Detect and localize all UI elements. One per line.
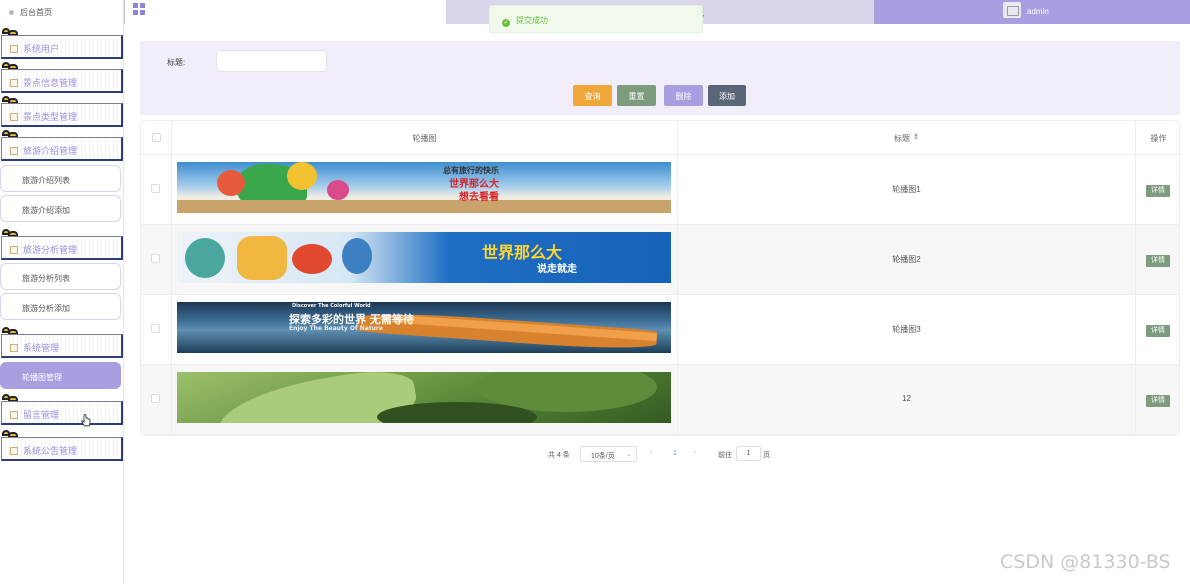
- row-title: 轮播图1: [678, 155, 1136, 225]
- select-all-cell: [141, 121, 172, 155]
- carousel-table: 轮播图 标题▲▼ 操作 总有旅行的快乐 世界那么大 想去看看 轮播图1 详情: [140, 120, 1180, 436]
- page-number[interactable]: 1: [673, 450, 677, 457]
- watermark: CSDN @81330-BS: [1000, 551, 1171, 573]
- page-size-value: 10条/页: [591, 453, 615, 460]
- hand-cursor-icon: [81, 414, 91, 427]
- detail-button[interactable]: 详情: [1146, 325, 1170, 337]
- banner-text: 想去看看: [459, 192, 499, 203]
- row-checkbox[interactable]: [151, 254, 160, 263]
- table-row: 世界那么大 说走就走 轮播图2 详情: [141, 225, 1179, 295]
- detail-button[interactable]: 详情: [1146, 395, 1170, 407]
- add-button[interactable]: 添加: [708, 85, 746, 106]
- detail-button[interactable]: 详情: [1146, 185, 1170, 197]
- user-icon: [10, 45, 18, 53]
- toast-message: 提交成功: [516, 16, 548, 25]
- home-icon: [9, 10, 14, 15]
- carousel-image: [177, 372, 671, 423]
- pagination-total: 共 4 条: [548, 452, 570, 459]
- sidebar-item-label: 景点信息管理: [23, 78, 78, 88]
- page-size-select[interactable]: 10条/页 ⌄: [580, 446, 637, 462]
- table-header: 轮播图 标题 ▲ ▼ 操作: [141, 121, 1179, 155]
- menu-icon: [10, 79, 18, 87]
- sidebar-item-travel-intro-add[interactable]: 旅游介绍添加: [0, 195, 121, 222]
- carousel-image: Discover The Colorful World 探索多彩的世界 无需等待…: [177, 302, 671, 353]
- select-all-checkbox[interactable]: [151, 133, 161, 142]
- title-label: 标题:: [167, 58, 186, 67]
- check-circle-icon: ✓: [502, 19, 510, 27]
- menu-icon: [10, 246, 18, 254]
- row-checkbox[interactable]: [151, 324, 160, 333]
- row-checkbox[interactable]: [151, 184, 160, 193]
- menu-toggle[interactable]: [124, 0, 446, 24]
- menu-icon: [10, 147, 18, 155]
- success-toast: ✓ 提交成功: [489, 5, 703, 33]
- sidebar-item-label: 旅游分析管理: [23, 245, 78, 255]
- sidebar-item-label: 系统公告管理: [23, 446, 78, 456]
- sidebar-item-label: 系统管理: [23, 343, 60, 353]
- header-title-label: 标题: [894, 134, 911, 143]
- sidebar-item-label: 景点类型管理: [23, 112, 78, 122]
- reset-button[interactable]: 重置: [617, 85, 656, 106]
- table-row: 12 详情: [141, 365, 1179, 435]
- header-action: 操作: [1150, 134, 1167, 143]
- menu-icon: [10, 411, 18, 419]
- banner-text: Enjoy The Beauty Of Nature: [289, 325, 383, 332]
- sidebar-item-travel-analysis-add[interactable]: 旅游分析添加: [0, 293, 121, 320]
- sort-icon[interactable]: ▲ ▼: [913, 132, 919, 142]
- delete-button[interactable]: 删除: [664, 85, 703, 106]
- table-row: Discover The Colorful World 探索多彩的世界 无需等待…: [141, 295, 1179, 365]
- home-tab[interactable]: 后台首页: [0, 0, 124, 24]
- username: admin: [1027, 7, 1049, 16]
- sidebar-item-travel-analysis-list[interactable]: 旅游分析列表: [0, 263, 121, 290]
- table-row: 总有旅行的快乐 世界那么大 想去看看 轮播图1 详情: [141, 155, 1179, 225]
- sidebar-item-travel-intro-list[interactable]: 旅游介绍列表: [0, 165, 121, 192]
- menu-icon: [10, 113, 18, 121]
- carousel-image: 世界那么大 说走就走: [177, 232, 671, 283]
- menu-icon: [10, 447, 18, 455]
- goto-page-input[interactable]: 1: [736, 446, 761, 461]
- search-panel: 标题: 查询 重置 删除 添加: [140, 41, 1180, 115]
- goto-label: 前往: [718, 452, 732, 459]
- row-checkbox[interactable]: [151, 394, 160, 403]
- row-title: 轮播图2: [678, 225, 1136, 295]
- sidebar-item-label: 旅游介绍管理: [23, 146, 78, 156]
- carousel-image: 总有旅行的快乐 世界那么大 想去看看: [177, 162, 671, 213]
- title-search-input[interactable]: [216, 50, 327, 72]
- detail-button[interactable]: 详情: [1146, 255, 1170, 267]
- header-image: 轮播图: [172, 121, 678, 155]
- sidebar-item-label: 留言管理: [23, 410, 60, 420]
- header-title[interactable]: 标题 ▲ ▼: [678, 121, 1136, 155]
- page-suffix: 页: [763, 452, 770, 459]
- chevron-down-icon: ⌄: [626, 451, 632, 458]
- row-title: 12: [678, 365, 1136, 435]
- sidebar-item-label: 系统用户: [23, 44, 60, 54]
- banner-text: Discover The Colorful World: [292, 303, 371, 309]
- row-title: 轮播图3: [678, 295, 1136, 365]
- next-page-icon[interactable]: ›: [694, 449, 696, 456]
- grid-icon: [133, 3, 145, 15]
- menu-icon: [10, 344, 18, 352]
- sidebar: 系统用户 景点信息管理 景点类型管理 旅游介绍管理 旅游介绍列表 旅游介绍添加 …: [0, 24, 124, 584]
- user-area[interactable]: admin: [874, 0, 1190, 24]
- banner-text: 说走就走: [537, 264, 577, 275]
- prev-page-icon[interactable]: ‹: [650, 449, 652, 456]
- sidebar-item-carousel-management[interactable]: 轮播图管理: [0, 362, 121, 389]
- home-label: 后台首页: [20, 8, 52, 17]
- query-button[interactable]: 查询: [573, 85, 612, 106]
- avatar-icon: [1003, 2, 1021, 18]
